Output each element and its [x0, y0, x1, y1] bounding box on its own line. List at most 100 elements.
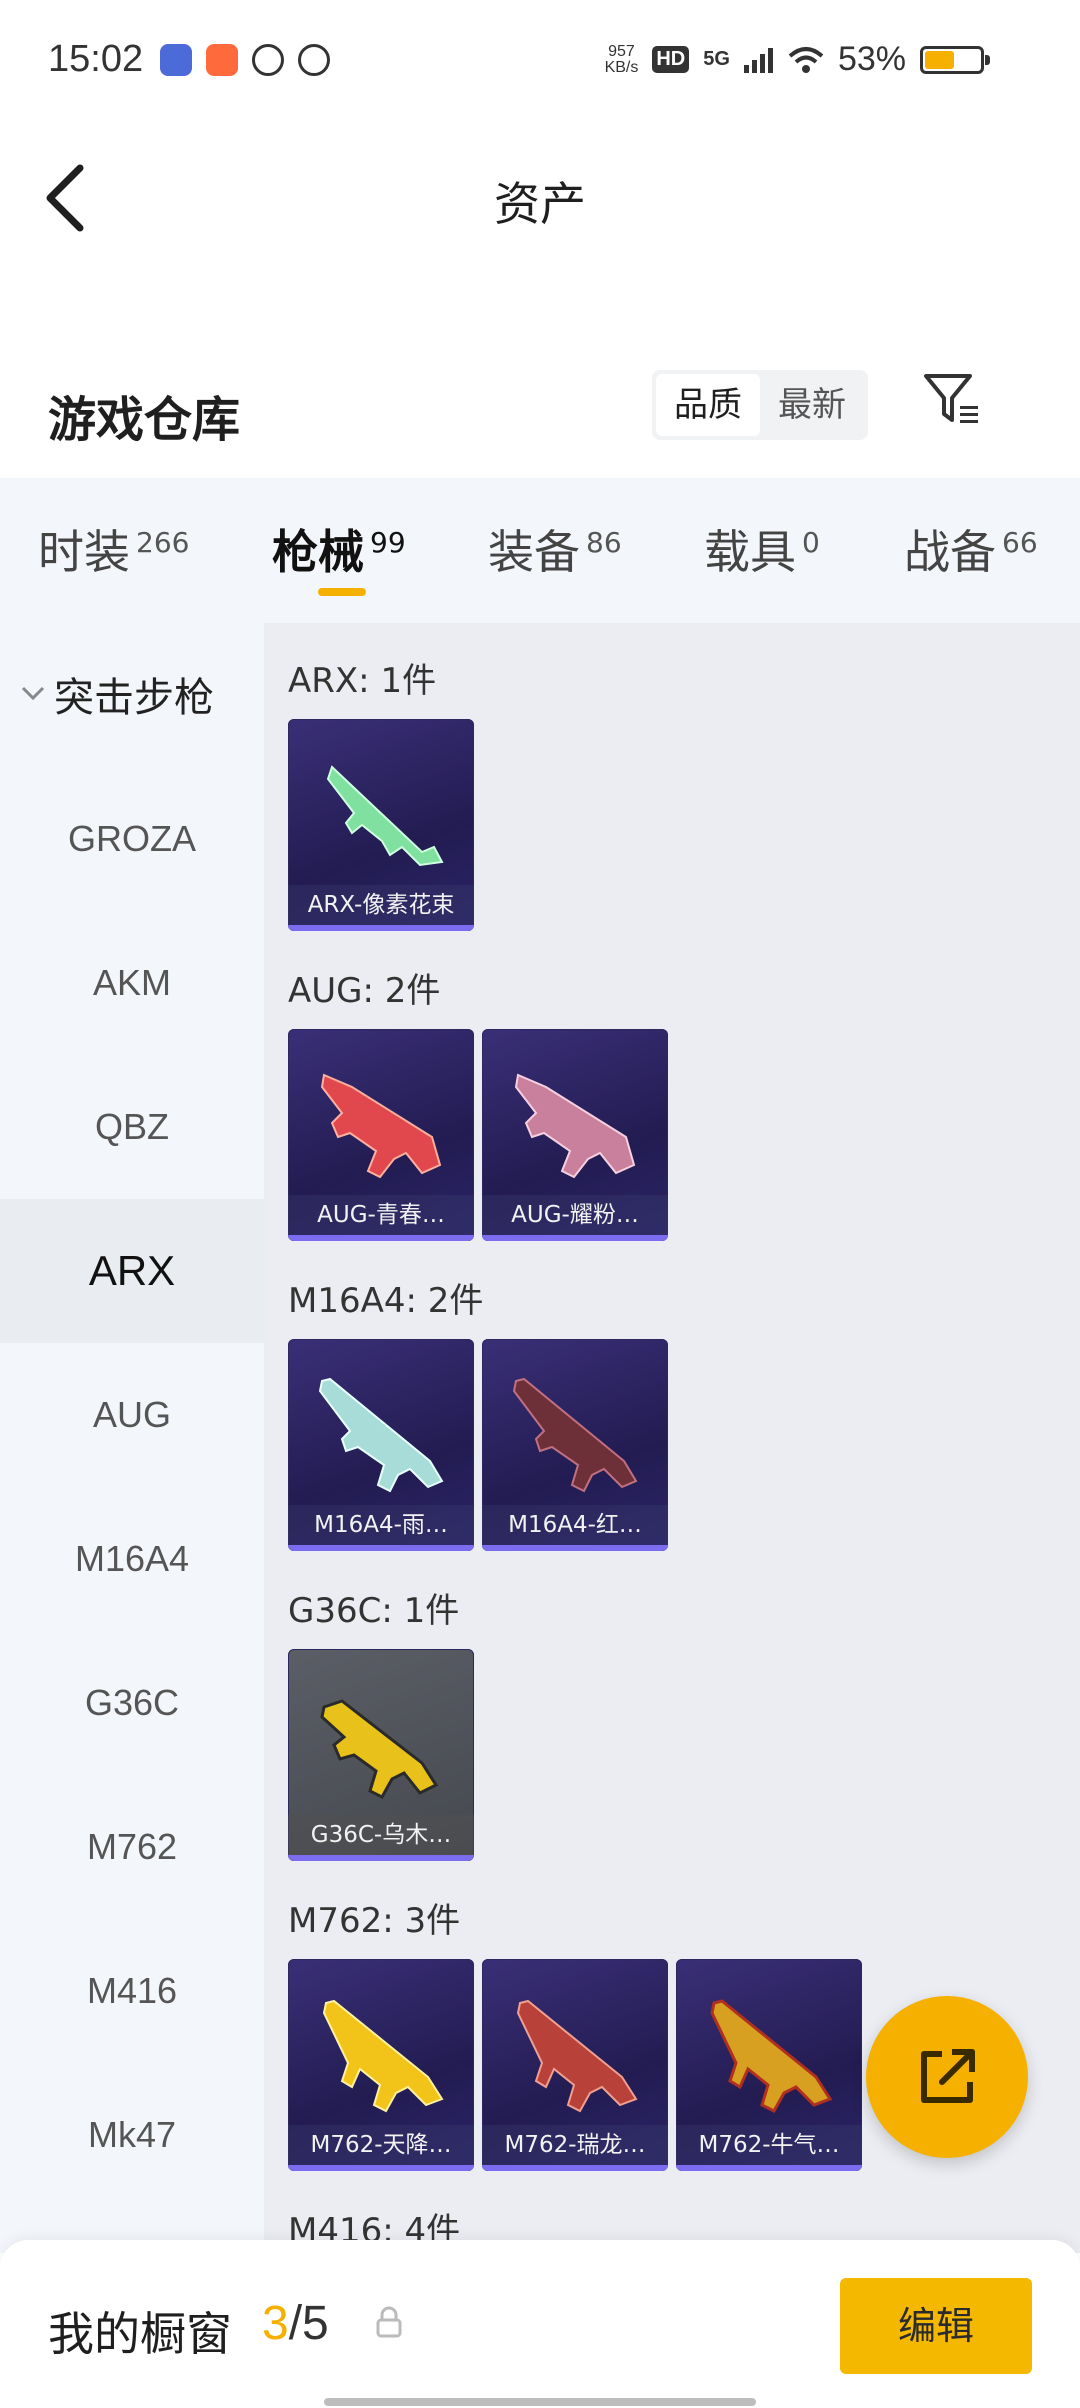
sidebar-item-m16a4[interactable]: M16A4 [0, 1487, 264, 1631]
skin-name: M16A4-红… [482, 1505, 668, 1545]
gold-red-ak-icon [710, 1999, 833, 2113]
app-notification-icon [252, 44, 284, 76]
status-time: 15:02 [48, 38, 144, 80]
skin-name: AUG-耀粉… [482, 1195, 668, 1235]
rarity-bar [676, 2165, 862, 2171]
skin-name: M762-瑞龙… [482, 2125, 668, 2165]
tab-label: 装备 [488, 525, 580, 579]
showcase-current: 3 [262, 2297, 289, 2350]
net-speed: 957 KB/s [604, 42, 639, 76]
app-notification-icon [160, 44, 192, 76]
share-button[interactable] [866, 1996, 1028, 2158]
status-bar: 15:02 957 KB/s HD 5G 53% [0, 0, 1080, 120]
weapon-sidebar: 突击步枪 GROZA AKM QBZ ARX AUG M16A4 G36C M7… [0, 623, 264, 2253]
lock-icon [376, 2306, 402, 2338]
battery-level [925, 50, 954, 69]
red-ak-icon [516, 1999, 638, 2113]
app-notification-icon [206, 44, 238, 76]
warehouse-title: 游戏仓库 [48, 392, 241, 448]
showcase-bar: 我的橱窗 3/5 编辑 [0, 2240, 1080, 2408]
tab-label: 时装 [38, 525, 130, 579]
sidebar-item-qbz[interactable]: QBZ [0, 1055, 264, 1199]
sort-newest-option[interactable]: 最新 [760, 374, 864, 436]
showcase-count: 3/5 [262, 2296, 329, 2351]
sort-quality-option[interactable]: 品质 [656, 374, 760, 436]
skin-card[interactable]: AUG-耀粉… [482, 1029, 668, 1241]
edit-button[interactable]: 编辑 [840, 2278, 1032, 2374]
skin-name: ARX-像素花束 [288, 885, 474, 925]
tab-label: 战备 [904, 525, 996, 579]
net-speed-unit: KB/s [604, 58, 639, 76]
group-label-g36c: G36C: 1件 [288, 1591, 460, 1631]
group-label-m16a4: M16A4: 2件 [288, 1281, 484, 1321]
tab-count: 266 [136, 525, 190, 559]
sidebar-item-m762[interactable]: M762 [0, 1775, 264, 1919]
tab-label: 载具 [704, 525, 796, 579]
skin-name: M762-天降… [288, 2125, 474, 2165]
sidebar-item-g36c[interactable]: G36C [0, 1631, 264, 1775]
group-label-arx: ARX: 1件 [288, 661, 437, 701]
skin-card[interactable]: M762-瑞龙… [482, 1959, 668, 2171]
showcase-label: 我的橱窗 [48, 2307, 232, 2361]
net-speed-value: 957 [608, 42, 635, 60]
sidebar-item-groza[interactable]: GROZA [0, 767, 264, 911]
skin-name: M16A4-雨… [288, 1505, 474, 1545]
tab-vehicles[interactable]: 载具 0 [704, 516, 820, 582]
sidebar-item-aug[interactable]: AUG [0, 1343, 264, 1487]
rarity-bar [482, 1545, 668, 1551]
battery-percent: 53% [837, 40, 906, 78]
sidebar-group-label: 突击步枪 [54, 675, 214, 721]
skin-card[interactable]: M16A4-红… [482, 1339, 668, 1551]
tab-equipment[interactable]: 装备 86 [488, 516, 622, 582]
skin-card[interactable]: M762-牛气… [676, 1959, 862, 2171]
wifi-icon [788, 46, 824, 73]
cellular-signal-icon: 5G [703, 48, 730, 70]
sidebar-item-mk47[interactable]: Mk47 [0, 2063, 264, 2207]
skin-card[interactable]: M762-天降… [288, 1959, 474, 2171]
sidebar-item-akm[interactable]: AKM [0, 911, 264, 1055]
rarity-bar [288, 2165, 474, 2171]
mint-rifle-icon [318, 1377, 444, 1493]
red-bullpup-icon [320, 1073, 442, 1179]
share-icon [921, 2049, 975, 2103]
tab-fashion[interactable]: 时装 266 [38, 516, 189, 582]
skin-card[interactable]: ARX-像素花束 [288, 719, 474, 931]
rarity-bar [288, 925, 474, 931]
tab-count: 86 [586, 525, 622, 559]
skin-card[interactable]: M16A4-雨… [288, 1339, 474, 1551]
gold-black-rifle-icon [320, 1699, 439, 1799]
top-bar: 资产 [0, 120, 1080, 270]
skin-name: AUG-青春… [288, 1195, 474, 1235]
active-tab-indicator [318, 588, 366, 596]
gold-ak-icon [322, 1999, 444, 2113]
chevron-down-icon [21, 686, 45, 701]
tab-count: 66 [1002, 525, 1038, 559]
filter-icon[interactable] [920, 368, 984, 432]
page-title: 资产 [494, 177, 586, 231]
tab-supplies[interactable]: 战备 66 [904, 516, 1038, 582]
rarity-bar [288, 1545, 474, 1551]
tab-label: 枪械 [272, 525, 364, 579]
group-label-m762: M762: 3件 [288, 1901, 461, 1941]
pink-bullpup-icon [514, 1073, 636, 1179]
hd-icon: HD [652, 46, 690, 73]
tab-count: 99 [370, 525, 406, 559]
skin-name: G36C-乌木… [288, 1815, 474, 1855]
status-app-icons [160, 44, 330, 76]
category-tabs: 时装 266 枪械 99 装备 86 载具 0 战备 66 [0, 478, 1080, 623]
showcase-total: 5 [302, 2297, 329, 2350]
showcase-sep: / [288, 2297, 303, 2350]
skin-card[interactable]: AUG-青春… [288, 1029, 474, 1241]
skin-name: M762-牛气… [676, 2125, 862, 2165]
sidebar-item-arx[interactable]: ARX [0, 1199, 264, 1343]
sidebar-item-m416[interactable]: M416 [0, 1919, 264, 2063]
app-notification-icon [298, 44, 330, 76]
group-label-aug: AUG: 2件 [288, 971, 441, 1011]
rarity-bar [482, 2165, 668, 2171]
sidebar-group-assault-rifles[interactable]: 突击步枪 [20, 665, 214, 723]
skin-card[interactable]: G36C-乌木… [288, 1649, 474, 1861]
dark-red-rifle-icon [512, 1377, 638, 1493]
tab-count: 0 [802, 525, 820, 559]
home-indicator[interactable] [324, 2398, 756, 2406]
tab-firearms[interactable]: 枪械 99 [272, 516, 406, 582]
